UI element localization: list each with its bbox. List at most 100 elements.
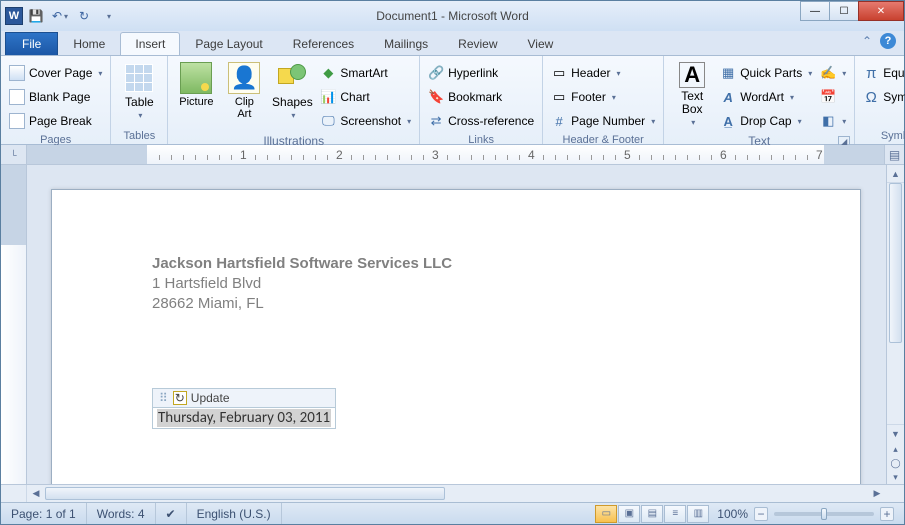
tab-review[interactable]: Review [443, 32, 512, 55]
help-icon[interactable]: ? [880, 33, 896, 49]
qat-customize-icon[interactable]: ▾ [97, 5, 119, 27]
ribbon-tabs: File Home Insert Page Layout References … [1, 31, 904, 55]
quick-access-toolbar: W 💾 ↶▾ ↻ ▾ [5, 5, 119, 27]
dropcap-label: Drop Cap [740, 114, 791, 128]
hyperlink-button[interactable]: 🔗Hyperlink [426, 62, 536, 84]
view-full-screen-icon[interactable]: ▣ [618, 505, 640, 523]
object-button[interactable]: ◧▾ [818, 110, 848, 132]
blank-page-label: Blank Page [29, 90, 90, 104]
tab-references[interactable]: References [278, 32, 369, 55]
view-web-layout-icon[interactable]: ▤ [641, 505, 663, 523]
footer-button[interactable]: ▭Footer▾ [549, 86, 657, 108]
word-app-icon[interactable]: W [5, 7, 23, 25]
table-button[interactable]: Table▾ [117, 58, 161, 128]
page-break-button[interactable]: Page Break [7, 110, 104, 132]
page-viewport[interactable]: Jackson Hartsfield Software Services LLC… [27, 165, 886, 484]
dropcap-icon: A̲ [720, 113, 736, 129]
zoom-in-icon[interactable]: + [880, 507, 894, 521]
wordart-icon: A [720, 89, 736, 105]
equation-button[interactable]: πEquation▾ [861, 62, 905, 84]
view-print-layout-icon[interactable]: ▭ [595, 505, 617, 523]
zoom-slider[interactable] [774, 512, 874, 516]
header-button[interactable]: ▭Header▾ [549, 62, 657, 84]
signature-line-button[interactable]: ✍▾ [818, 62, 848, 84]
textbox-button[interactable]: AText Box▾ [670, 58, 714, 132]
zoom-thumb[interactable] [821, 508, 827, 520]
zoom-out-icon[interactable]: − [754, 507, 768, 521]
browse-next-icon[interactable]: ▾ [887, 470, 904, 484]
horizontal-scrollbar[interactable]: ◀ ▶ [1, 484, 904, 502]
tab-insert[interactable]: Insert [120, 32, 180, 55]
scroll-up-icon[interactable]: ▲ [887, 165, 904, 183]
screenshot-button[interactable]: 🖵Screenshot▾ [318, 110, 413, 132]
minimize-button[interactable]: — [800, 1, 830, 21]
quickparts-button[interactable]: ▦Quick Parts▾ [718, 62, 814, 84]
tab-page-layout[interactable]: Page Layout [180, 32, 277, 55]
scroll-left-icon[interactable]: ◀ [27, 485, 45, 502]
hscroll-track[interactable] [45, 485, 868, 502]
scroll-track[interactable] [887, 183, 904, 424]
status-page[interactable]: Page: 1 of 1 [1, 503, 87, 524]
file-tab[interactable]: File [5, 32, 58, 55]
update-field-icon[interactable]: ↻ [173, 391, 187, 405]
save-icon[interactable]: 💾 [25, 5, 47, 27]
symbol-button[interactable]: ΩSymbol▾ [861, 86, 905, 108]
scroll-thumb[interactable] [889, 183, 902, 343]
minimize-ribbon-icon[interactable]: ⌃ [862, 34, 872, 48]
undo-icon[interactable]: ↶▾ [49, 5, 71, 27]
maximize-button[interactable]: ☐ [829, 1, 859, 21]
screenshot-label: Screenshot [340, 114, 401, 128]
clip-art-button[interactable]: 👤Clip Art [222, 58, 266, 132]
tab-home[interactable]: Home [58, 32, 120, 55]
ruler-mark: 1 [240, 148, 247, 162]
horizontal-ruler[interactable]: 1234567 [27, 145, 884, 164]
scroll-down-icon[interactable]: ▼ [887, 424, 904, 442]
status-proofing[interactable]: ✔ [156, 503, 187, 524]
symbol-icon: Ω [863, 89, 879, 105]
page-number-button[interactable]: #Page Number▾ [549, 110, 657, 132]
blank-page-button[interactable]: Blank Page [7, 86, 104, 108]
redo-icon[interactable]: ↻ [73, 5, 95, 27]
shapes-button[interactable]: Shapes▾ [270, 58, 314, 132]
vertical-scrollbar[interactable]: ▲ ▼ ▴ ◯ ▾ [886, 165, 904, 484]
tab-view[interactable]: View [513, 32, 569, 55]
update-label: Update [191, 391, 230, 405]
browse-object-icon[interactable]: ◯ [887, 456, 904, 470]
field-update-bar[interactable]: ⠿ ↻ Update [152, 388, 336, 407]
field-value-box[interactable]: Thursday, February 03, 2011 [152, 407, 336, 429]
equation-label: Equation [883, 66, 905, 80]
ruler-toggle-icon[interactable]: ▤ [884, 145, 904, 164]
bookmark-button[interactable]: 🔖Bookmark [426, 86, 536, 108]
signature-icon: ✍ [820, 65, 836, 81]
date-time-button[interactable]: 📅 [818, 86, 848, 108]
vertical-ruler[interactable] [1, 165, 27, 484]
zoom-level[interactable]: 100% [717, 507, 748, 521]
page: Jackson Hartsfield Software Services LLC… [51, 189, 861, 484]
dropcap-button[interactable]: A̲Drop Cap▾ [718, 110, 814, 132]
wordart-button[interactable]: AWordArt▾ [718, 86, 814, 108]
tab-mailings[interactable]: Mailings [369, 32, 443, 55]
status-words[interactable]: Words: 4 [87, 503, 156, 524]
smartart-button[interactable]: ◆SmartArt [318, 62, 413, 84]
hscroll-thumb[interactable] [45, 487, 445, 500]
doc-line-address1: 1 Hartsfield Blvd [152, 274, 860, 294]
chart-button[interactable]: 📊Chart [318, 86, 413, 108]
view-outline-icon[interactable]: ≡ [664, 505, 686, 523]
wordart-label: WordArt [740, 90, 784, 104]
document-content[interactable]: Jackson Hartsfield Software Services LLC… [52, 190, 860, 429]
cover-page-button[interactable]: Cover Page▾ [7, 62, 104, 84]
bookmark-icon: 🔖 [428, 89, 444, 105]
browse-prev-icon[interactable]: ▴ [887, 442, 904, 456]
group-label-tables: Tables [117, 128, 161, 144]
view-draft-icon[interactable]: ▥ [687, 505, 709, 523]
scroll-right-icon[interactable]: ▶ [868, 485, 886, 502]
cross-reference-button[interactable]: ⇄Cross-reference [426, 110, 536, 132]
status-language[interactable]: English (U.S.) [187, 503, 282, 524]
hscroll-corner [1, 485, 27, 502]
titlebar: W 💾 ↶▾ ↻ ▾ Document1 - Microsoft Word — … [1, 1, 904, 31]
picture-button[interactable]: Picture [174, 58, 218, 132]
textbox-icon: A [679, 62, 705, 88]
close-button[interactable]: ✕ [858, 1, 904, 21]
field-handle-icon[interactable]: ⠿ [159, 391, 169, 405]
date-field[interactable]: ⠿ ↻ Update Thursday, February 03, 2011 [152, 388, 336, 429]
